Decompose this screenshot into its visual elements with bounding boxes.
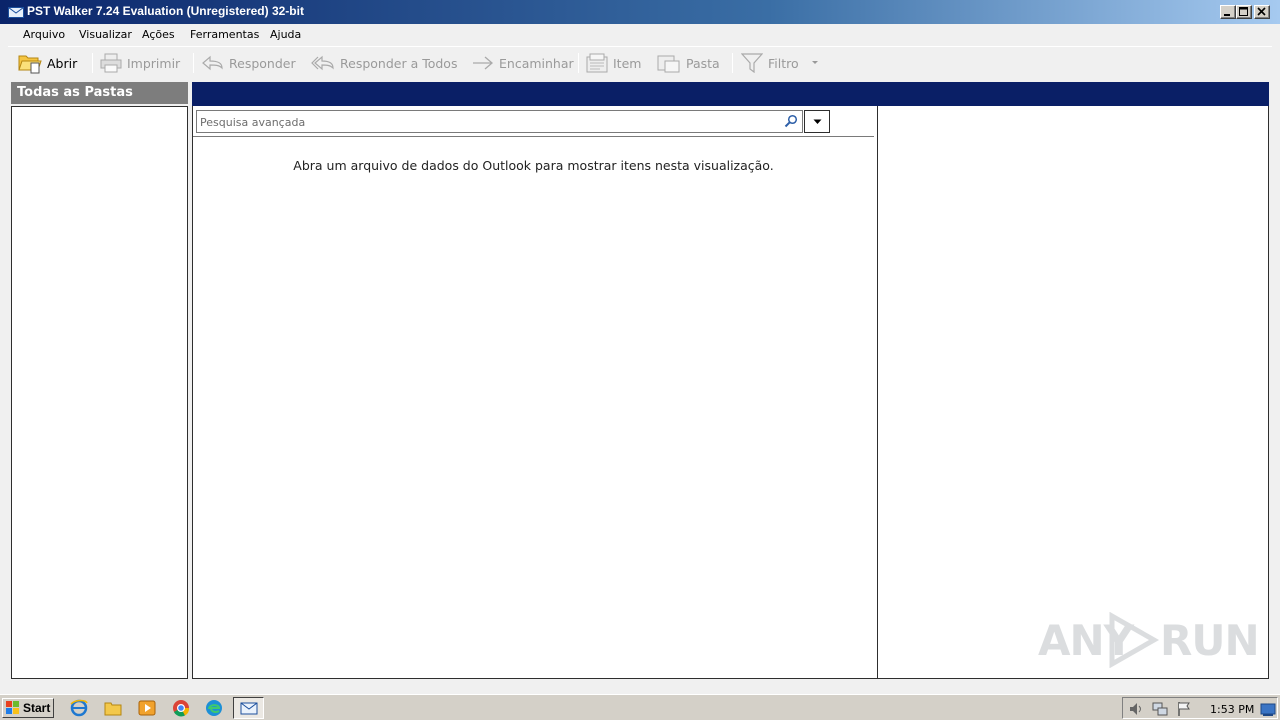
chrome-icon[interactable] <box>172 699 190 717</box>
menu-bar: Arquivo Visualizar Ações Ferramentas Aju… <box>0 24 1280 46</box>
close-button[interactable] <box>1254 5 1270 19</box>
item-button[interactable]: Item <box>586 50 641 76</box>
taskbar: Start 1:53 PM <box>0 694 1280 720</box>
reply-all-label: Responder a Todos <box>340 55 458 71</box>
print-button[interactable]: Imprimir <box>100 50 180 76</box>
folder-tree[interactable] <box>11 106 188 679</box>
open-folder-icon <box>18 55 42 74</box>
menu-visualizar[interactable]: Visualizar <box>79 28 132 41</box>
chevron-down-icon <box>811 61 818 64</box>
toolbar-separator <box>193 53 194 73</box>
toolbar: Abrir Imprimir Responder Responder a Tod… <box>8 46 1272 78</box>
reading-pane[interactable] <box>877 106 1269 679</box>
toolbar-separator <box>732 53 733 73</box>
filter-label: Filtro <box>768 55 799 71</box>
message-list-pane[interactable] <box>192 106 878 679</box>
status-bar <box>0 682 1280 694</box>
minimize-icon <box>1224 14 1230 16</box>
folders-pane-header: Todas as Pastas <box>11 82 188 104</box>
forward-label: Encaminhar <box>499 55 574 71</box>
folder-button[interactable]: Pasta <box>657 50 720 76</box>
divider <box>193 136 874 137</box>
menu-arquivo[interactable]: Arquivo <box>23 28 65 41</box>
start-label: Start <box>23 701 51 715</box>
reply-button[interactable]: Responder <box>202 50 296 76</box>
search-box[interactable] <box>196 110 803 133</box>
search-options-dropdown[interactable] <box>804 110 830 133</box>
envelope-app-icon <box>8 7 24 18</box>
folder-icon <box>657 55 680 73</box>
title-bar[interactable]: PST Walker 7.24 Evaluation (Unregistered… <box>0 0 1280 24</box>
network-icon[interactable] <box>1151 700 1169 718</box>
toolbar-separator <box>578 53 579 73</box>
play-triangle-icon <box>1109 612 1160 668</box>
minimize-button[interactable] <box>1220 5 1236 19</box>
menu-ajuda[interactable]: Ajuda <box>270 28 301 41</box>
media-player-icon[interactable] <box>138 699 156 717</box>
show-desktop-icon[interactable] <box>1259 700 1277 718</box>
search-input[interactable] <box>200 114 775 130</box>
open-button[interactable]: Abrir <box>18 50 77 76</box>
search-icon[interactable] <box>784 114 798 128</box>
action-center-flag-icon[interactable] <box>1175 700 1193 718</box>
forward-button[interactable]: Encaminhar <box>472 50 574 76</box>
system-tray: 1:53 PM <box>1122 697 1278 719</box>
open-label: Abrir <box>47 55 78 71</box>
chevron-down-icon <box>813 119 822 124</box>
toolbar-separator <box>92 53 93 73</box>
folders-title: Todas as Pastas <box>17 85 133 100</box>
taskbar-pst-walker-button[interactable] <box>233 697 264 719</box>
volume-icon[interactable] <box>1127 700 1145 718</box>
filter-button[interactable]: Filtro <box>741 50 824 76</box>
forward-arrow-icon <box>473 56 493 70</box>
file-explorer-icon[interactable] <box>104 699 122 717</box>
filter-funnel-icon <box>741 53 763 73</box>
content-pane-header <box>192 82 1269 106</box>
app-window: PST Walker 7.24 Evaluation (Unregistered… <box>0 0 1280 694</box>
reply-arrow-icon <box>202 55 223 71</box>
windows-logo-icon <box>6 701 19 714</box>
window-title: PST Walker 7.24 Evaluation (Unregistered… <box>27 4 304 18</box>
printer-icon <box>100 53 122 73</box>
reply-all-arrow-icon <box>311 55 334 71</box>
close-icon <box>1257 7 1266 16</box>
reply-all-button[interactable]: Responder a Todos <box>311 50 457 76</box>
maximize-icon <box>1239 7 1248 16</box>
watermark-right-text: RUN <box>1160 616 1260 665</box>
maximize-button[interactable] <box>1236 5 1252 19</box>
envelope-app-icon <box>240 702 258 715</box>
document-icon <box>586 53 608 73</box>
folder-label: Pasta <box>686 55 720 71</box>
edge-icon[interactable] <box>205 699 223 717</box>
watermark-logo: ANY RUN <box>1038 608 1260 670</box>
menu-acoes[interactable]: Ações <box>142 28 175 41</box>
internet-explorer-icon[interactable] <box>70 699 88 717</box>
item-label: Item <box>613 55 642 71</box>
reply-label: Responder <box>229 55 296 71</box>
clock[interactable]: 1:53 PM <box>1210 703 1254 716</box>
menu-ferramentas[interactable]: Ferramentas <box>190 28 259 41</box>
start-button[interactable]: Start <box>2 698 54 718</box>
empty-list-message: Abra um arquivo de dados do Outlook para… <box>293 158 774 173</box>
print-label: Imprimir <box>127 55 181 71</box>
